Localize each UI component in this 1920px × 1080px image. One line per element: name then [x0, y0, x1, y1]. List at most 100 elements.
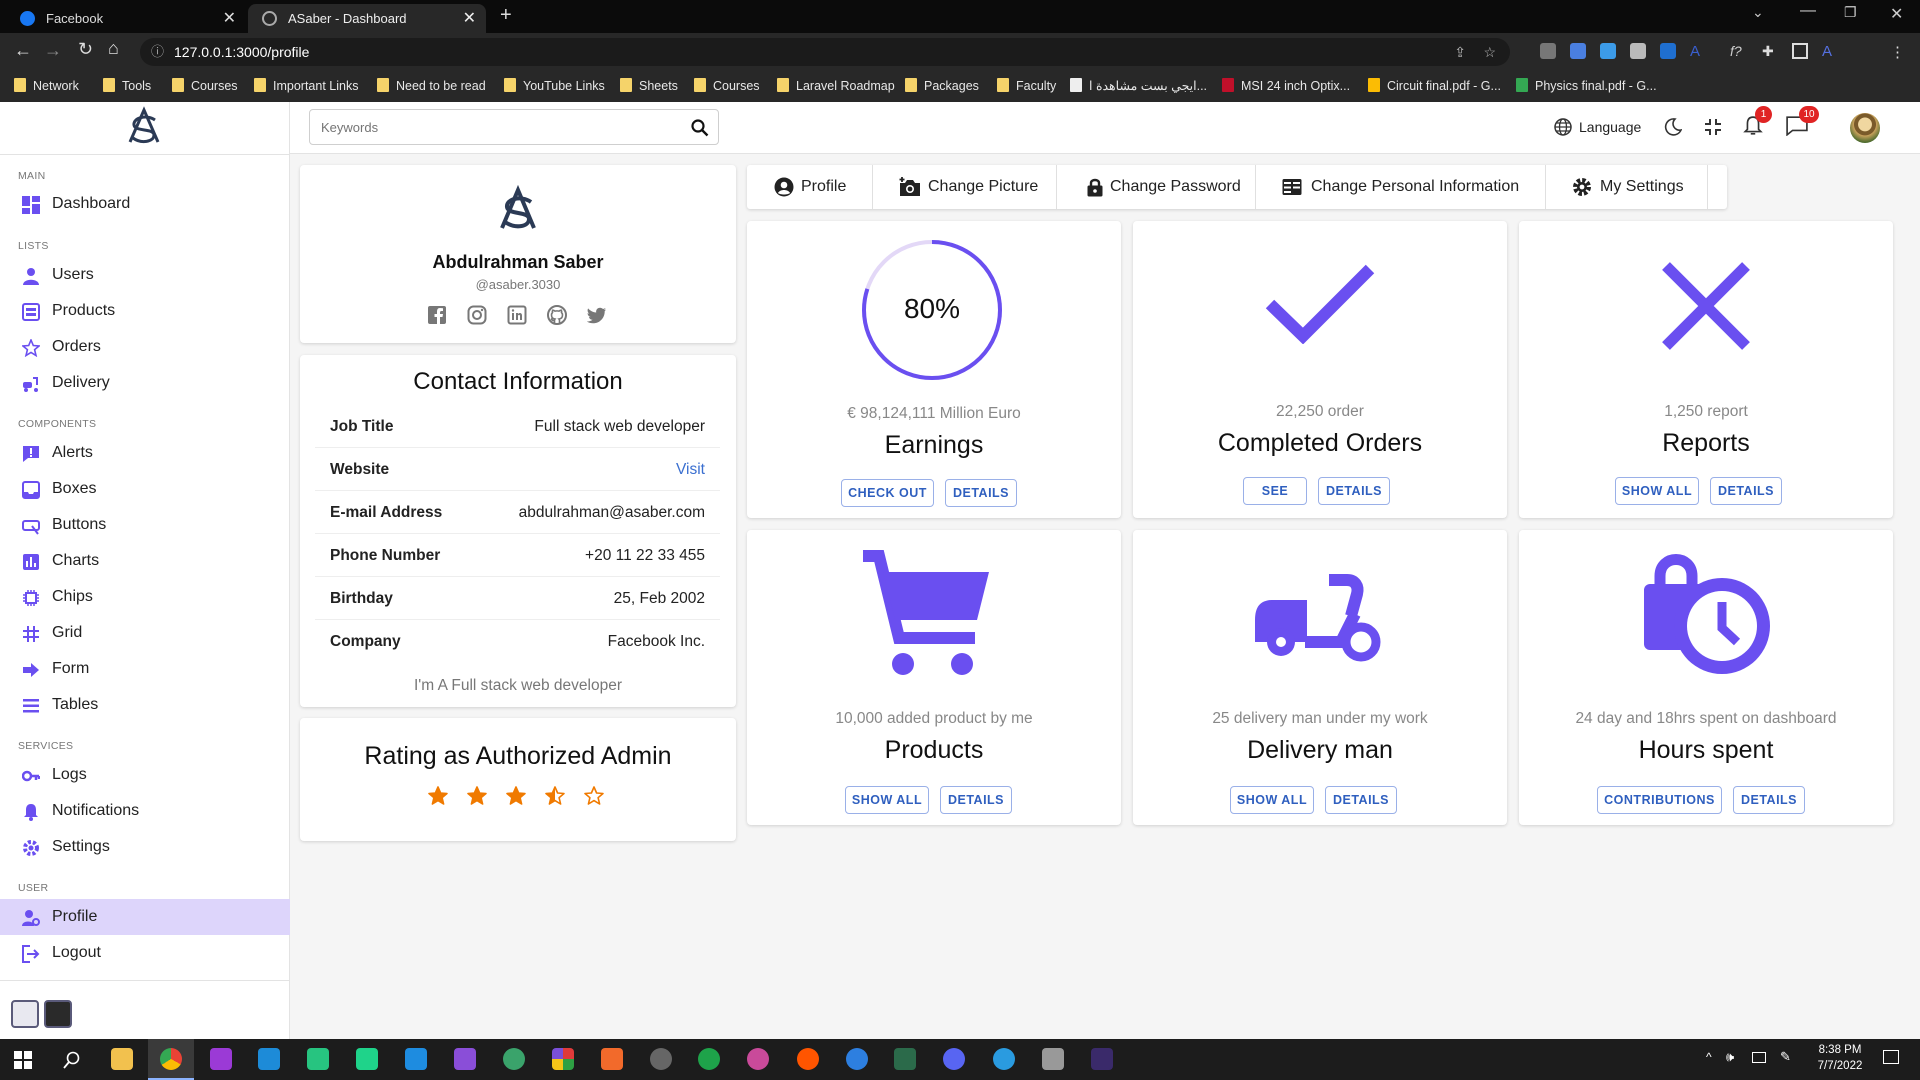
volume-icon[interactable]: 🕪 — [1726, 1049, 1734, 1065]
visual-studio-icon[interactable] — [454, 1048, 476, 1070]
close-icon[interactable]: ✕ — [463, 4, 476, 33]
discord-icon[interactable] — [943, 1048, 965, 1070]
extension-icon[interactable] — [1660, 43, 1676, 59]
network-icon[interactable] — [1752, 1052, 1766, 1063]
moon-icon[interactable] — [1664, 118, 1682, 136]
restore-button[interactable]: ❐ — [1844, 4, 1857, 21]
sidepanel-icon[interactable] — [1792, 43, 1808, 59]
sidebar-item-notifications[interactable]: Notifications — [0, 793, 290, 829]
puzzle-icon[interactable]: ✚ — [1762, 43, 1778, 59]
extension-icon[interactable] — [1540, 43, 1556, 59]
reload-icon[interactable]: ↻ — [78, 39, 93, 60]
sidebar-item-charts[interactable]: Charts — [0, 543, 290, 579]
facebook-icon[interactable] — [427, 305, 447, 325]
sidebar-item-form[interactable]: Form — [0, 651, 290, 687]
tray-chevron-icon[interactable]: ^ — [1706, 1050, 1712, 1064]
minimize-button[interactable]: — — [1800, 2, 1816, 20]
app-icon[interactable] — [552, 1048, 574, 1070]
dark-theme-button[interactable] — [44, 1000, 72, 1028]
menu-icon[interactable]: ⋮ — [1890, 43, 1906, 61]
tab-asaber-dashboard[interactable]: ASaber - Dashboard ✕ — [248, 4, 486, 33]
xampp-icon[interactable] — [601, 1048, 623, 1070]
tab-search-icon[interactable]: ⌄ — [1752, 4, 1764, 21]
bookmark-folder[interactable]: Laravel Roadmap — [777, 71, 895, 102]
extension-icon[interactable] — [1630, 43, 1646, 59]
share-icon[interactable]: ⇪ — [1454, 38, 1466, 66]
pycharm-icon[interactable] — [307, 1048, 329, 1070]
forward-icon[interactable]: → — [44, 40, 62, 61]
see-button[interactable]: SEE — [1243, 477, 1307, 505]
tab-change-picture[interactable]: Change Picture — [873, 165, 1057, 209]
linkedin-icon[interactable] — [507, 305, 527, 325]
orders-details-button[interactable]: DETAILS — [1318, 477, 1390, 505]
extension-icon[interactable]: A — [1822, 43, 1838, 60]
extension-icon[interactable] — [1600, 43, 1616, 59]
bookmark-folder[interactable]: YouTube Links — [504, 71, 605, 102]
action-center-icon[interactable] — [1883, 1050, 1899, 1064]
delivery-details-button[interactable]: DETAILS — [1325, 786, 1397, 814]
search-input[interactable] — [310, 110, 670, 144]
clock-date[interactable]: 7/7/2022 — [1800, 1060, 1880, 1072]
bookmark-folder[interactable]: Tools — [103, 71, 151, 102]
contributions-button[interactable]: CONTRIBUTIONS — [1597, 786, 1722, 814]
sidebar-item-orders[interactable]: Orders — [0, 329, 290, 365]
bookmark-folder[interactable]: Need to be read — [377, 71, 486, 102]
tab-facebook[interactable]: Facebook ✕ — [6, 4, 246, 33]
sidebar-item-logs[interactable]: Logs — [0, 757, 290, 793]
sidebar-item-grid[interactable]: Grid — [0, 615, 290, 651]
messages-button[interactable]: 10 — [1786, 106, 1819, 138]
sidebar-item-boxes[interactable]: Boxes — [0, 471, 290, 507]
light-theme-button[interactable] — [11, 1000, 39, 1028]
window-close-button[interactable]: ✕ — [1890, 4, 1903, 24]
translate-icon[interactable] — [1570, 43, 1586, 59]
tab-profile[interactable]: Profile — [747, 165, 873, 209]
sidebar-item-alerts[interactable]: Alerts — [0, 435, 290, 471]
nox-icon[interactable] — [1091, 1048, 1113, 1070]
webstorm-icon[interactable] — [258, 1048, 280, 1070]
bookmark-link[interactable]: Physics final.pdf - G... — [1516, 71, 1657, 102]
tab-change-password[interactable]: Change Password — [1057, 165, 1256, 209]
sidebar-item-products[interactable]: Products — [0, 293, 290, 329]
app-icon[interactable] — [993, 1048, 1015, 1070]
app-icon[interactable] — [1042, 1048, 1064, 1070]
website-link[interactable]: Visit — [676, 448, 705, 491]
check-out-button[interactable]: CHECK OUT — [841, 479, 934, 507]
sidebar-item-settings[interactable]: Settings — [0, 829, 290, 865]
instagram-icon[interactable] — [467, 305, 487, 325]
file-explorer-icon[interactable] — [111, 1048, 133, 1070]
phpstorm-icon[interactable] — [210, 1048, 232, 1070]
app-icon[interactable] — [894, 1048, 916, 1070]
bookmark-link[interactable]: ايجي بست مشاهدة ا... — [1070, 71, 1207, 102]
clock-time[interactable]: 8:38 PM — [1800, 1044, 1880, 1056]
notifications-button[interactable]: 1 — [1743, 106, 1772, 138]
bookmark-folder[interactable]: Sheets — [620, 71, 678, 102]
sidebar-item-logout[interactable]: Logout — [0, 935, 290, 971]
delivery-show-all-button[interactable]: SHOW ALL — [1230, 786, 1314, 814]
clion-icon[interactable] — [356, 1048, 378, 1070]
bookmark-folder[interactable]: Courses — [172, 71, 238, 102]
new-tab-button[interactable]: + — [500, 4, 512, 27]
app-icon[interactable] — [747, 1048, 769, 1070]
bookmark-folder[interactable]: Faculty — [997, 71, 1056, 102]
windows-start-icon[interactable] — [14, 1051, 32, 1069]
search-icon[interactable] — [691, 119, 709, 137]
app-icon[interactable] — [846, 1048, 868, 1070]
pen-icon[interactable]: ✎ — [1780, 1049, 1791, 1065]
sidebar-item-delivery[interactable]: Delivery — [0, 365, 290, 401]
hours-details-button[interactable]: DETAILS — [1733, 786, 1805, 814]
mongodb-icon[interactable] — [698, 1048, 720, 1070]
address-bar[interactable]: ⓘ 127.0.0.1:3000/profile ⇪ ☆ — [140, 38, 1510, 66]
reports-details-button[interactable]: DETAILS — [1710, 477, 1782, 505]
sidebar-item-users[interactable]: Users — [0, 257, 290, 293]
search-icon[interactable] — [63, 1051, 81, 1069]
bookmark-folder[interactable]: Courses — [694, 71, 760, 102]
twitter-icon[interactable] — [587, 305, 607, 325]
bookmark-folder[interactable]: Packages — [905, 71, 979, 102]
formula-icon[interactable]: f? — [1730, 43, 1746, 59]
app-logo[interactable] — [124, 104, 164, 148]
bookmark-link[interactable]: Circuit final.pdf - G... — [1368, 71, 1501, 102]
font-icon[interactable]: A — [1690, 43, 1706, 60]
sidebar-item-dashboard[interactable]: Dashboard — [0, 186, 290, 222]
bookmark-folder[interactable]: Network — [14, 71, 79, 102]
tab-change-personal-information[interactable]: Change Personal Information — [1256, 165, 1546, 209]
